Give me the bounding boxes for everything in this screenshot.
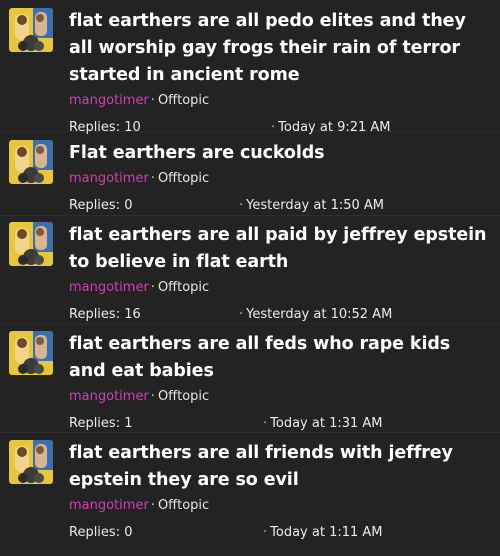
replies-count: Replies: 0	[69, 198, 133, 213]
replies-count: Replies: 10	[69, 120, 141, 135]
last-post-label: Yesterday at 10:52 AM	[246, 307, 393, 322]
last-post-label: Yesterday at 1:50 AM	[246, 198, 385, 213]
thread-author[interactable]: mangotimer	[69, 93, 149, 108]
thread-title[interactable]: flat earthers are all friends with jeffr…	[69, 440, 488, 494]
last-post-label: Today at 9:21 AM	[278, 120, 391, 135]
meta-separator: ·	[150, 389, 155, 404]
replies-count: Replies: 1	[69, 416, 133, 431]
avatar[interactable]	[9, 222, 53, 266]
thread-author[interactable]: mangotimer	[69, 171, 149, 186]
last-post-time[interactable]: · Today at 1:31 AM	[263, 415, 383, 433]
avatar[interactable]	[9, 440, 53, 484]
meta-separator: ·	[150, 93, 155, 108]
last-post-label: Today at 1:11 AM	[270, 525, 383, 540]
thread-list: flat earthers are all pedo elites and th…	[0, 0, 500, 556]
meta-separator: ·	[150, 280, 155, 295]
thread-forum[interactable]: Offtopic	[158, 171, 209, 186]
thread-forum[interactable]: Offtopic	[158, 389, 209, 404]
thread-title[interactable]: flat earthers are all paid by jeffrey ep…	[69, 222, 488, 276]
replies-count: Replies: 0	[69, 525, 133, 540]
meta-separator: ·	[263, 416, 268, 431]
thread-title[interactable]: Flat earthers are cuckolds	[69, 140, 488, 167]
replies-count: Replies: 16	[69, 307, 141, 322]
thread-forum[interactable]: Offtopic	[158, 280, 209, 295]
meta-separator: ·	[239, 198, 244, 213]
thread-author[interactable]: mangotimer	[69, 280, 149, 295]
avatar[interactable]	[9, 8, 53, 52]
thread-item[interactable]: flat earthers are all paid by jeffrey ep…	[0, 222, 500, 324]
thread-title[interactable]: flat earthers are all feds who rape kids…	[69, 331, 488, 385]
thread-forum[interactable]: Offtopic	[158, 93, 209, 108]
thread-author[interactable]: mangotimer	[69, 498, 149, 513]
avatar[interactable]	[9, 331, 53, 375]
thread-item[interactable]: flat earthers are all friends with jeffr…	[0, 440, 500, 542]
thread-author[interactable]: mangotimer	[69, 389, 149, 404]
meta-separator: ·	[263, 525, 268, 540]
meta-separator: ·	[239, 307, 244, 322]
last-post-time[interactable]: · Today at 9:21 AM	[271, 119, 391, 137]
last-post-label: Today at 1:31 AM	[270, 416, 383, 431]
meta-separator: ·	[150, 171, 155, 186]
thread-forum[interactable]: Offtopic	[158, 498, 209, 513]
meta-separator: ·	[271, 120, 276, 135]
last-post-time[interactable]: · Yesterday at 1:50 AM	[239, 197, 384, 215]
last-post-time[interactable]: · Today at 1:11 AM	[263, 524, 383, 542]
thread-title[interactable]: flat earthers are all pedo elites and th…	[69, 8, 488, 89]
meta-separator: ·	[150, 498, 155, 513]
avatar[interactable]	[9, 140, 53, 184]
last-post-time[interactable]: · Yesterday at 10:52 AM	[239, 306, 392, 324]
thread-item[interactable]: flat earthers are all feds who rape kids…	[0, 331, 500, 433]
thread-item[interactable]: Flat earthers are cuckolds mangotimer · Of…	[0, 140, 500, 216]
thread-item[interactable]: flat earthers are all pedo elites and th…	[0, 8, 500, 135]
